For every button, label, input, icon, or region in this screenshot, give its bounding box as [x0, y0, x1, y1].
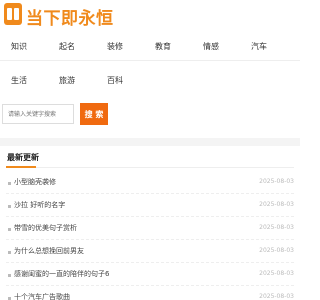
bullet-icon	[8, 274, 11, 277]
list-item[interactable]: 感谢闺蜜的一直的陪伴的句子6 2025-08-03	[0, 264, 300, 286]
list-item-date: 2025-08-03	[259, 247, 294, 254]
nav-item-decoration[interactable]: 装修	[100, 36, 130, 58]
list-item[interactable]: 十个汽车广告歌曲 2025-08-03	[0, 287, 300, 300]
list-item[interactable]: 为什么总想挽回前男友 2025-08-03	[0, 241, 300, 263]
list-item-date: 2025-08-03	[259, 178, 294, 185]
list-divider	[6, 216, 294, 217]
list-item-date: 2025-08-03	[259, 293, 294, 300]
list-item-date: 2025-08-03	[259, 201, 294, 208]
search-button[interactable]: 搜 索	[80, 103, 108, 125]
list-item-title[interactable]: 小型脑壳袭修	[14, 177, 56, 187]
nav-divider	[0, 60, 300, 61]
list-item-title[interactable]: 感谢闺蜜的一直的陪伴的句子6	[14, 269, 109, 279]
list-divider	[6, 262, 294, 263]
list-divider	[6, 285, 294, 286]
nav-item-education[interactable]: 教育	[148, 36, 178, 58]
nav-item-encyclopedia[interactable]: 百科	[100, 70, 130, 92]
bullet-icon	[8, 251, 11, 254]
book-icon[interactable]	[4, 3, 22, 25]
bullet-icon	[8, 182, 11, 185]
section-divider	[6, 167, 294, 168]
nav-item-knowledge[interactable]: 知识	[4, 36, 34, 58]
list-divider	[6, 239, 294, 240]
list-item-title[interactable]: 带雪的优美句子赏析	[14, 223, 77, 233]
nav-item-travel[interactable]: 旅游	[52, 70, 82, 92]
list-item[interactable]: 小型脑壳袭修 2025-08-03	[0, 172, 300, 194]
nav-item-naming[interactable]: 起名	[52, 36, 82, 58]
section-title-latest: 最新更新	[7, 153, 39, 162]
nav-item-auto[interactable]: 汽车	[244, 36, 274, 58]
list-item-date: 2025-08-03	[259, 224, 294, 231]
list-item[interactable]: 沙拉 好听的名字 2025-08-03	[0, 195, 300, 217]
nav-item-life[interactable]: 生活	[4, 70, 34, 92]
list-item[interactable]: 带雪的优美句子赏析 2025-08-03	[0, 218, 300, 240]
bullet-icon	[8, 228, 11, 231]
section-title-underline	[6, 166, 36, 168]
header: 当下即永恒	[0, 0, 300, 30]
list-item-title[interactable]: 为什么总想挽回前男友	[14, 246, 84, 256]
list-item-date: 2025-08-03	[259, 270, 294, 277]
search-input[interactable]	[2, 104, 74, 124]
list-divider	[6, 193, 294, 194]
list-item-title[interactable]: 沙拉 好听的名字	[14, 200, 65, 210]
bullet-icon	[8, 205, 11, 208]
nav-item-emotion[interactable]: 情感	[196, 36, 226, 58]
list-item-title[interactable]: 十个汽车广告歌曲	[14, 292, 70, 300]
site-logo-text[interactable]: 当下即永恒	[26, 4, 114, 29]
section-separator	[0, 138, 300, 146]
